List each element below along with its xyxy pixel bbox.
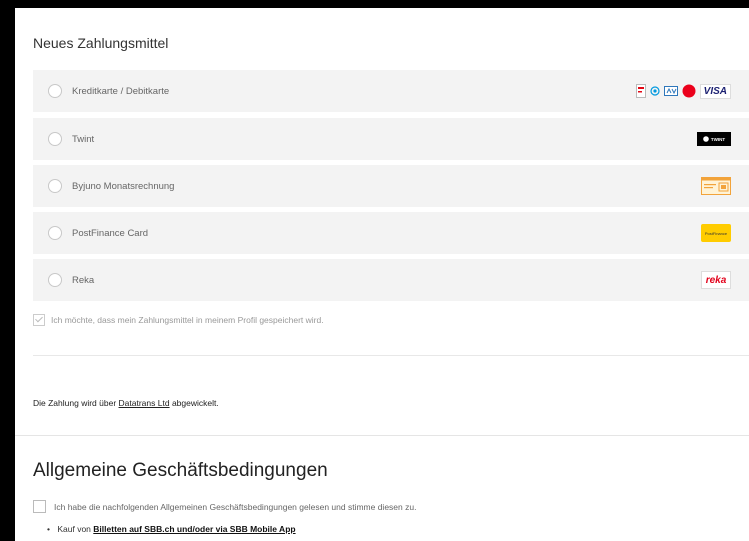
radio-credit-card[interactable] — [48, 84, 62, 98]
save-payment-checkbox[interactable] — [33, 314, 45, 326]
invoice-icon — [701, 177, 731, 195]
twint-logo: TWINT — [697, 132, 731, 146]
section-divider — [15, 435, 749, 436]
visa-text: VISA — [703, 85, 727, 97]
visa-icon: VISA — [699, 83, 731, 99]
agb-accept-row[interactable]: Ich habe die nachfolgenden Allgemeinen G… — [33, 500, 416, 513]
agb-item-link[interactable]: Billetten auf SBB.ch und/oder via SBB Mo… — [93, 524, 295, 534]
payment-option-byjuno[interactable]: Byjuno Monatsrechnung — [33, 165, 749, 207]
bullet-icon: • — [47, 524, 50, 534]
agb-item-prefix: Kauf von — [57, 524, 91, 534]
save-payment-label: Ich möchte, dass mein Zahlungsmittel in … — [51, 315, 324, 325]
option-label-postfinance: PostFinance Card — [72, 227, 149, 239]
postfinance-logo: PostFinance — [701, 224, 731, 242]
option-label-twint: Twint — [72, 133, 95, 145]
agb-title: Allgemeine Geschäftsbedingungen — [33, 460, 328, 481]
divider — [33, 355, 749, 356]
reka-logo-text: reka — [705, 274, 727, 286]
payment-option-twint[interactable]: Twint TWINT — [33, 118, 749, 160]
payment-option-reka[interactable]: Reka reka — [33, 259, 749, 301]
reka-logo: reka — [701, 271, 731, 289]
mastercard-icon — [682, 84, 696, 98]
save-payment-row[interactable]: Ich möchte, dass mein Zahlungsmittel in … — [33, 314, 324, 326]
payment-section-title: Neues Zahlungsmittel — [33, 35, 169, 51]
radio-byjuno[interactable] — [48, 179, 62, 193]
radio-twint[interactable] — [48, 132, 62, 146]
postfinance-icon: PostFinance — [701, 224, 731, 242]
credit-card-logos: VISA — [635, 83, 731, 99]
payment-option-postfinance[interactable]: PostFinance Card PostFinance — [33, 212, 749, 254]
payment-card: Neues Zahlungsmittel Kreditkarte / Debit… — [15, 8, 749, 541]
agb-list-item: • Kauf von Billetten auf SBB.ch und/oder… — [47, 524, 296, 534]
agb-accept-checkbox[interactable] — [33, 500, 46, 513]
byjuno-logo — [701, 177, 731, 195]
radio-reka[interactable] — [48, 273, 62, 287]
payment-option-credit-card[interactable]: Kreditkarte / Debitkarte VISA — [33, 70, 749, 112]
radio-postfinance[interactable] — [48, 226, 62, 240]
amex-icon — [663, 86, 678, 96]
datatrans-link[interactable]: Datatrans Ltd — [119, 398, 170, 408]
processor-suffix: abgewickelt. — [171, 398, 219, 408]
option-label-credit-card: Kreditkarte / Debitkarte — [72, 85, 170, 97]
postfinance-logo-text: PostFinance — [704, 230, 728, 236]
option-label-byjuno: Byjuno Monatsrechnung — [72, 180, 175, 192]
reka-icon: reka — [701, 271, 731, 289]
twint-icon: TWINT — [697, 132, 731, 146]
option-label-reka: Reka — [72, 274, 95, 286]
twint-logo-text: TWINT — [710, 136, 726, 142]
payment-processor-note: Die Zahlung wird über Datatrans Ltd abge… — [33, 398, 219, 408]
maestro-icon — [650, 86, 660, 96]
agb-accept-label: Ich habe die nachfolgenden Allgemeinen G… — [54, 501, 417, 512]
postcard-icon — [635, 84, 646, 98]
processor-prefix: Die Zahlung wird über — [33, 398, 117, 408]
